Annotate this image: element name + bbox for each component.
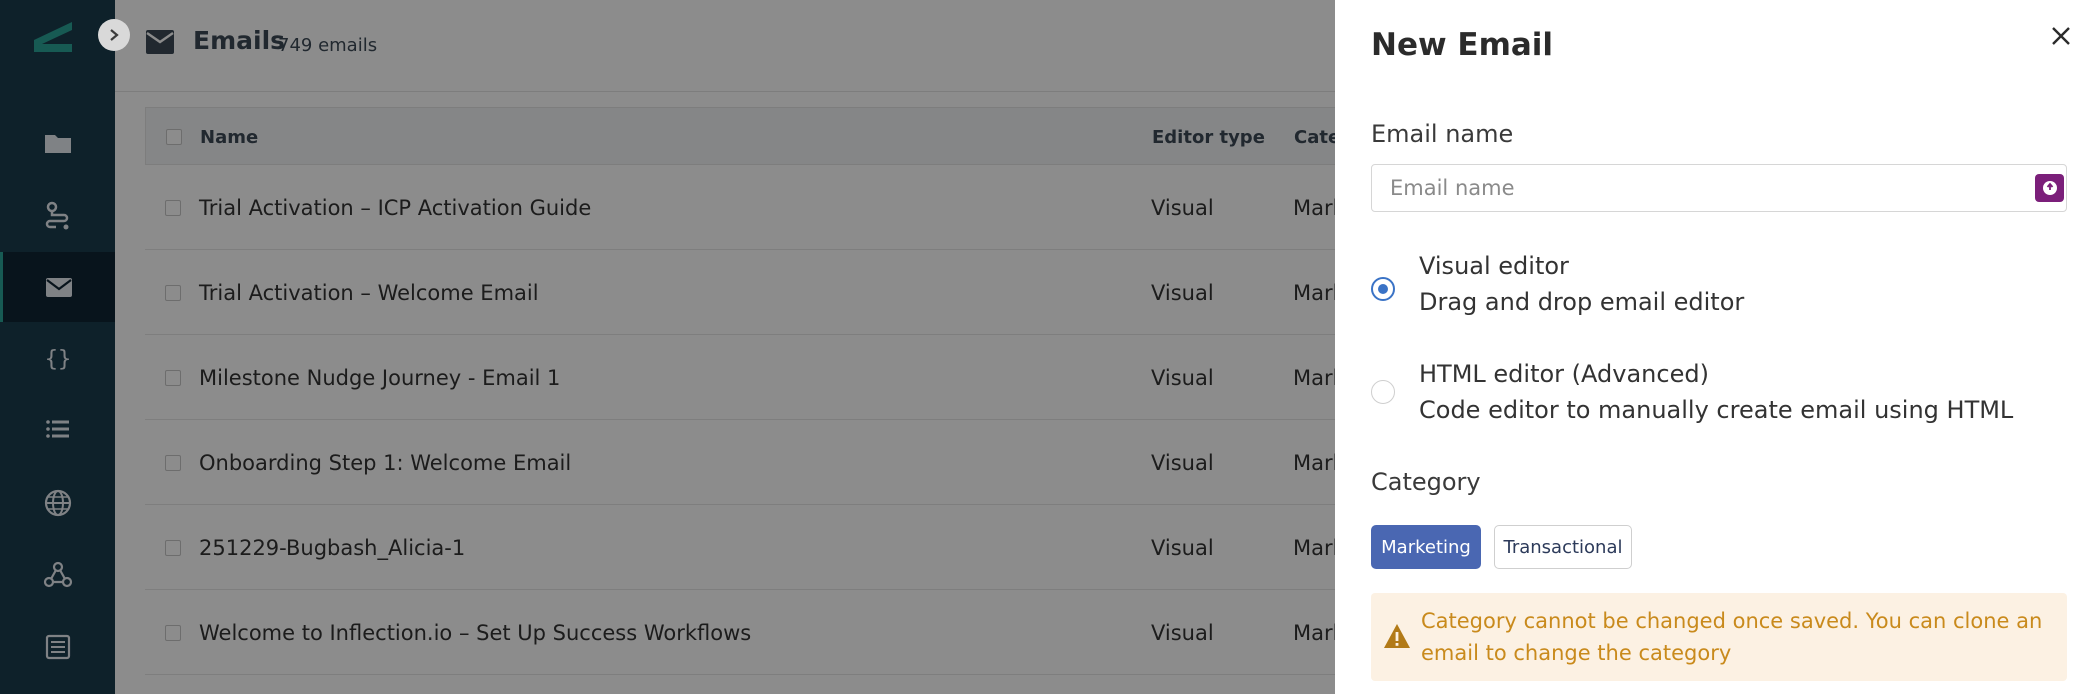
visual-editor-option[interactable]: Visual editor Drag and drop email editor: [1419, 248, 1744, 320]
modal-backdrop[interactable]: [0, 0, 1335, 694]
visual-editor-description: Drag and drop email editor: [1419, 288, 1745, 316]
html-editor-radio[interactable]: [1371, 380, 1395, 404]
close-icon: [2052, 27, 2070, 45]
category-transactional-button[interactable]: Transactional: [1494, 525, 1632, 569]
new-email-panel: New Email Email name Visual editor Drag …: [1335, 0, 2089, 694]
visual-editor-radio[interactable]: [1371, 277, 1395, 301]
email-name-label: Email name: [1371, 120, 1514, 148]
category-marketing-button[interactable]: Marketing: [1371, 525, 1481, 569]
close-button[interactable]: [2047, 22, 2075, 50]
html-editor-option[interactable]: HTML editor (Advanced) Code editor to ma…: [1419, 356, 2013, 428]
html-editor-title: HTML editor (Advanced): [1419, 360, 1709, 388]
visual-editor-title: Visual editor: [1419, 252, 1569, 280]
email-name-input[interactable]: [1371, 164, 2067, 212]
sidebar-expand-button[interactable]: [98, 19, 130, 51]
panel-title: New Email: [1371, 27, 1554, 63]
chevron-right-icon: [110, 29, 119, 41]
warning-text: Category cannot be changed once saved. Y…: [1421, 609, 2043, 665]
category-label: Category: [1371, 468, 1481, 496]
password-manager-icon[interactable]: [2035, 174, 2064, 202]
warning-icon: [1384, 624, 1410, 648]
category-warning-alert: Category cannot be changed once saved. Y…: [1371, 593, 2067, 681]
html-editor-description: Code editor to manually create email usi…: [1419, 396, 2014, 424]
